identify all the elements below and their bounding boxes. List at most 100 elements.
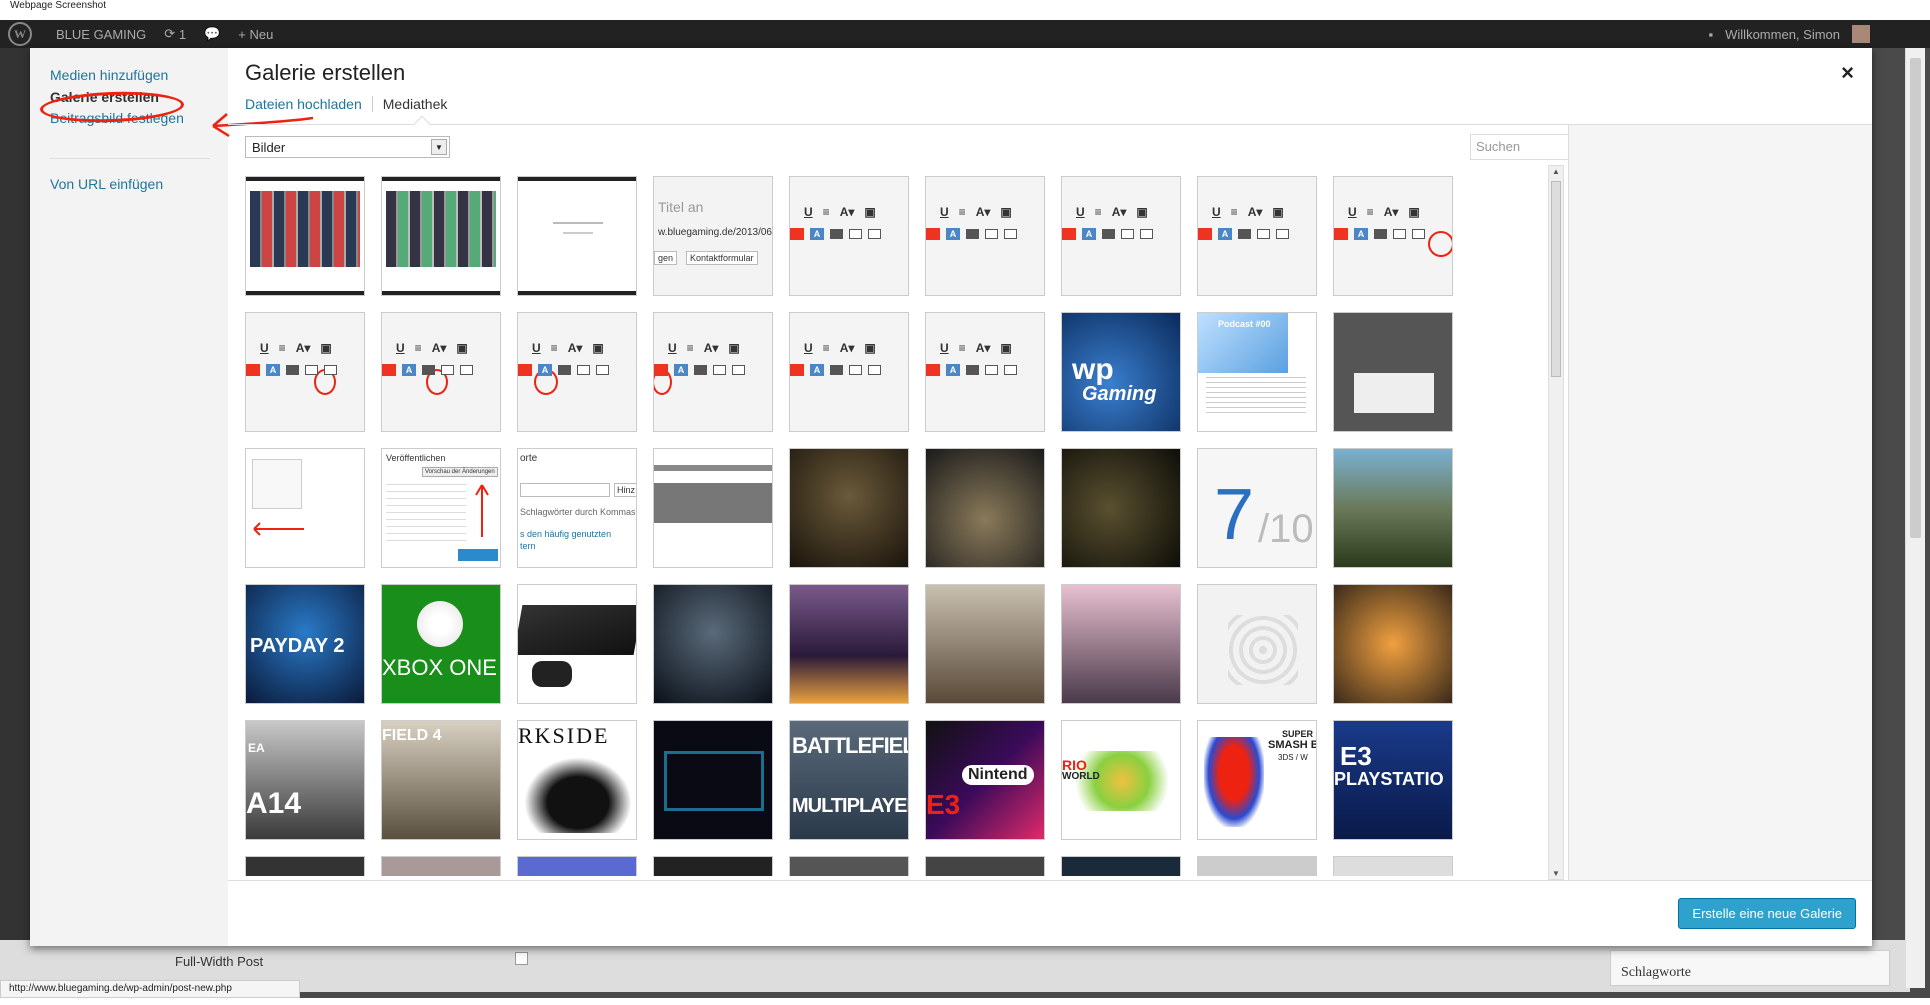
attachment-thumb[interactable] xyxy=(1197,584,1317,704)
new-content-link[interactable]: + Neu xyxy=(238,27,273,42)
attachment-thumb[interactable]: Podcast #00 xyxy=(1197,312,1317,432)
attachment-thumb[interactable]: XBOX ONE xyxy=(381,584,501,704)
grid-scrollbar-thumb[interactable] xyxy=(1551,181,1561,377)
attachment-thumb[interactable]: U ≡ A▾ ▣ A xyxy=(245,312,365,432)
comments-icon[interactable]: 💬 xyxy=(204,26,220,42)
attachment-thumb[interactable]: U ≡ A▾ ▣ A xyxy=(517,312,637,432)
site-name-link[interactable]: BLUE GAMING xyxy=(56,27,146,42)
attachment-thumb[interactable]: PAYDAY 2 xyxy=(245,584,365,704)
thumb-text: PAYDAY 2 xyxy=(250,635,345,657)
wordpress-logo-icon[interactable]: W xyxy=(8,22,32,46)
attachment-thumb[interactable] xyxy=(1061,856,1181,876)
attachment-thumb[interactable]: orte Hinz Schlagwörter durch Kommas s de… xyxy=(517,448,637,568)
thumb-text: WORLD xyxy=(1062,771,1100,782)
attachment-thumb[interactable] xyxy=(925,448,1045,568)
attachment-thumb[interactable]: U ≡ A▾ ▣ A xyxy=(789,176,909,296)
attachment-thumb[interactable] xyxy=(789,448,909,568)
attachment-thumb[interactable]: wp Gaming xyxy=(1061,312,1181,432)
attachment-thumb[interactable]: E3 PLAYSTATIO xyxy=(1333,720,1453,840)
tab-media-library[interactable]: Mediathek xyxy=(371,96,458,112)
attachment-thumb[interactable]: SUPER SMASH B 3DS / W xyxy=(1197,720,1317,840)
attachment-thumb[interactable]: U ≡ A▾ ▣ A xyxy=(381,312,501,432)
attachment-thumb[interactable]: Veröffentlichen Vorschau der Änderungen xyxy=(381,448,501,568)
attachment-thumb[interactable] xyxy=(789,584,909,704)
thumb-text: FIELD 4 xyxy=(382,727,442,744)
attachment-thumb[interactable] xyxy=(1333,856,1453,876)
attachment-thumb[interactable] xyxy=(1333,312,1453,432)
thumb-text: Kontaktformular xyxy=(686,251,758,265)
thumb-text: Hinz xyxy=(614,483,636,497)
attachment-thumb[interactable] xyxy=(245,448,365,568)
menu-item-insert-from-url[interactable]: Von URL einfügen xyxy=(50,176,163,192)
thumb-text: wp xyxy=(1072,353,1114,386)
attachment-thumb[interactable]: U ≡ A▾ ▣ A xyxy=(1061,176,1181,296)
attachment-thumb[interactable] xyxy=(381,856,501,876)
attachment-thumb[interactable]: FIELD 4 xyxy=(381,720,501,840)
attachment-thumb[interactable] xyxy=(653,720,773,840)
attachment-thumb[interactable]: Nintend E3 xyxy=(925,720,1045,840)
updates-count: 1 xyxy=(178,26,187,42)
media-content: Bilder ▼ Suchen Titel an w.bluegaming.de… xyxy=(228,125,1872,880)
attachment-thumb[interactable] xyxy=(245,176,365,296)
attachment-thumb[interactable] xyxy=(517,176,637,296)
scroll-down-icon[interactable]: ▼ xyxy=(1552,869,1560,878)
attachment-thumb[interactable] xyxy=(653,856,773,876)
attachment-thumb[interactable]: EA A14 xyxy=(245,720,365,840)
modal-title: Galerie erstellen xyxy=(245,60,406,85)
attachment-thumb[interactable]: U ≡ A▾ ▣ A xyxy=(925,176,1045,296)
attachment-thumb[interactable] xyxy=(925,584,1045,704)
grid-scrollbar[interactable]: ▲ ▼ xyxy=(1548,165,1564,880)
thumb-text: Gaming xyxy=(1082,383,1157,405)
attachment-thumb[interactable]: Titel an w.bluegaming.de/2013/06/ gen Ko… xyxy=(653,176,773,296)
attachments-toolbar: Bilder ▼ Suchen xyxy=(228,125,1608,165)
welcome-text[interactable]: Willkommen, Simon xyxy=(1725,27,1840,42)
attachment-thumb[interactable]: U ≡ A▾ ▣ A xyxy=(653,312,773,432)
notification-icon[interactable]: ▪ xyxy=(1709,27,1714,42)
full-width-checkbox[interactable] xyxy=(515,952,528,965)
attachment-thumb[interactable]: U ≡ A▾ ▣ A xyxy=(925,312,1045,432)
editor-toolbar-crop: U ≡ A▾ ▣ A xyxy=(790,201,908,245)
thumb-text: 7 xyxy=(1214,475,1255,555)
menu-separator xyxy=(50,158,210,159)
media-filter-select[interactable]: Bilder ▼ xyxy=(245,136,450,158)
attachment-thumb[interactable] xyxy=(517,856,637,876)
updates-link[interactable]: ⟳ 1 xyxy=(164,26,186,42)
attachment-thumb[interactable] xyxy=(789,856,909,876)
avatar[interactable] xyxy=(1852,25,1870,43)
attachment-thumb[interactable] xyxy=(1061,584,1181,704)
attachment-thumb[interactable] xyxy=(1197,856,1317,876)
attachment-thumb[interactable]: U ≡ A▾ ▣ A xyxy=(1197,176,1317,296)
attachment-thumb[interactable] xyxy=(381,176,501,296)
scroll-up-icon[interactable]: ▲ xyxy=(1552,167,1560,176)
thumb-text: Veröffentlichen xyxy=(386,453,446,463)
attachment-thumb[interactable] xyxy=(653,448,773,568)
page-scrollbar-thumb[interactable] xyxy=(1910,58,1921,538)
browser-status-bar: http://www.bluegaming.de/wp-admin/post-n… xyxy=(0,980,300,998)
attachment-thumb[interactable] xyxy=(245,856,365,876)
attachment-thumb[interactable]: 7 /10 xyxy=(1197,448,1317,568)
attachment-thumb[interactable] xyxy=(1333,584,1453,704)
admin-menu-sidebar xyxy=(0,48,30,988)
attachment-thumb[interactable]: U ≡ A▾ ▣ A xyxy=(1333,176,1453,296)
thumb-text: Schlagwörter durch Kommas xyxy=(520,507,636,517)
attachment-thumb[interactable]: RKSIDE xyxy=(517,720,637,840)
thumb-text: w.bluegaming.de/2013/06/ xyxy=(658,227,773,238)
attachment-thumb[interactable] xyxy=(653,584,773,704)
attachment-thumb[interactable]: RIO WORLD xyxy=(1061,720,1181,840)
create-gallery-button[interactable]: Erstelle eine neue Galerie xyxy=(1678,898,1856,929)
editor-toolbar-crop: U ≡ A▾ ▣ A xyxy=(926,337,1044,381)
new-label: Neu xyxy=(249,26,274,42)
attachment-thumb[interactable]: U ≡ A▾ ▣ A xyxy=(789,312,909,432)
menu-item-add-media[interactable]: Medien hinzufügen xyxy=(50,67,168,83)
attachment-thumb[interactable] xyxy=(1061,448,1181,568)
tab-upload-files[interactable]: Dateien hochladen xyxy=(245,96,372,112)
attachment-thumb[interactable] xyxy=(517,584,637,704)
close-icon[interactable]: × xyxy=(1841,60,1854,86)
attachment-thumb[interactable]: BATTLEFIELD MULTIPLAYER xyxy=(789,720,909,840)
attachment-thumb[interactable] xyxy=(925,856,1045,876)
page-scrollbar[interactable] xyxy=(1905,48,1925,988)
xbox-logo-icon xyxy=(417,601,463,647)
attachment-thumb[interactable] xyxy=(1333,448,1453,568)
media-menu: Medien hinzufügen Galerie erstellen Beit… xyxy=(30,48,228,946)
thumb-text: 3DS / W xyxy=(1278,753,1308,762)
